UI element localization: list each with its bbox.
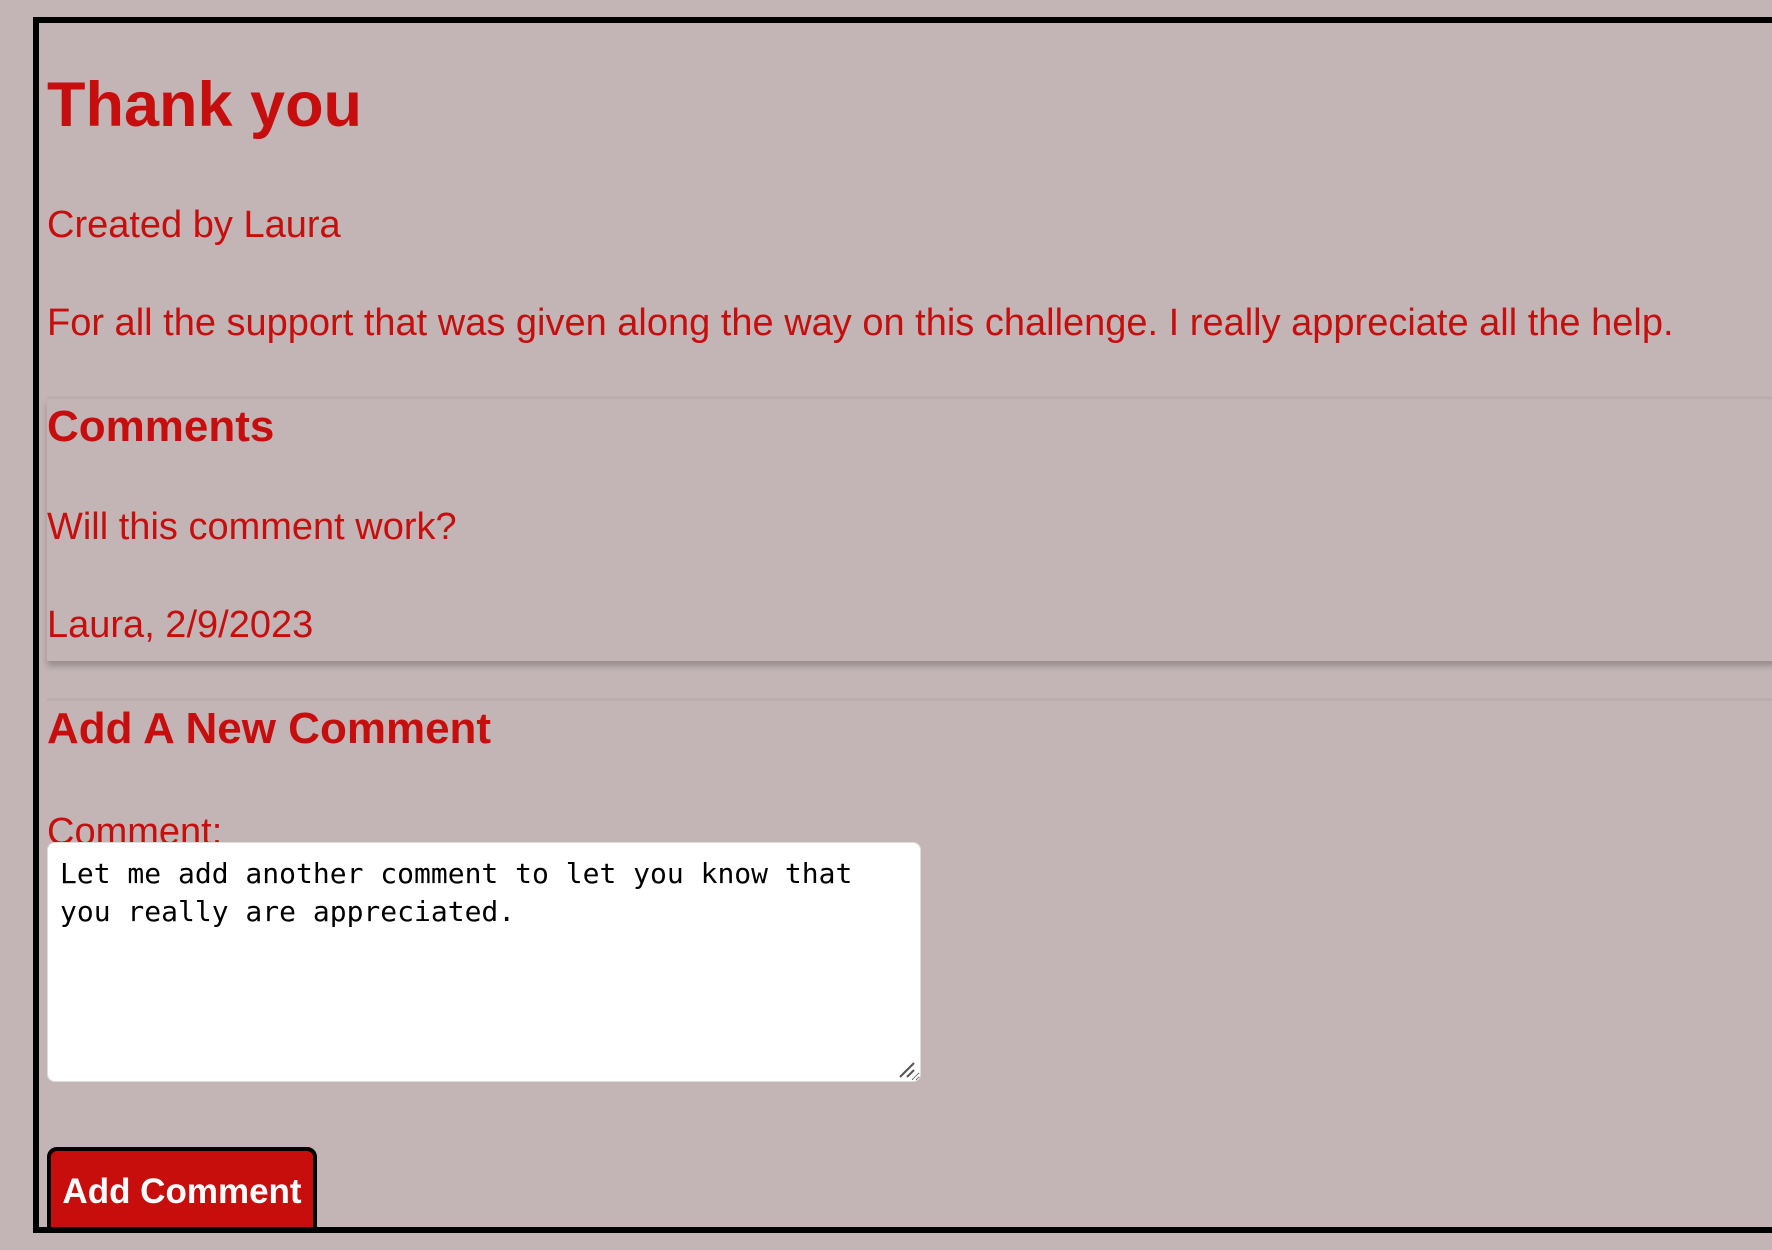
post-card: Thank you Created by Laura For all the s… xyxy=(33,17,1772,1233)
comment-textarea[interactable] xyxy=(47,842,921,1082)
divider xyxy=(47,698,1772,701)
post-author: Created by Laura xyxy=(47,204,341,246)
comment-meta: Laura, 2/9/2023 xyxy=(47,604,314,646)
comments-heading: Comments xyxy=(47,402,275,451)
resize-grip-icon[interactable] xyxy=(896,1059,916,1079)
add-comment-button[interactable]: Add Comment xyxy=(47,1147,317,1227)
post-title: Thank you xyxy=(47,70,363,140)
comment-text: Will this comment work? xyxy=(47,506,457,548)
post-description: For all the support that was given along… xyxy=(47,302,1674,344)
new-comment-heading: Add A New Comment xyxy=(47,704,492,753)
comments-section: Comments Will this comment work? Laura, … xyxy=(47,399,1772,661)
